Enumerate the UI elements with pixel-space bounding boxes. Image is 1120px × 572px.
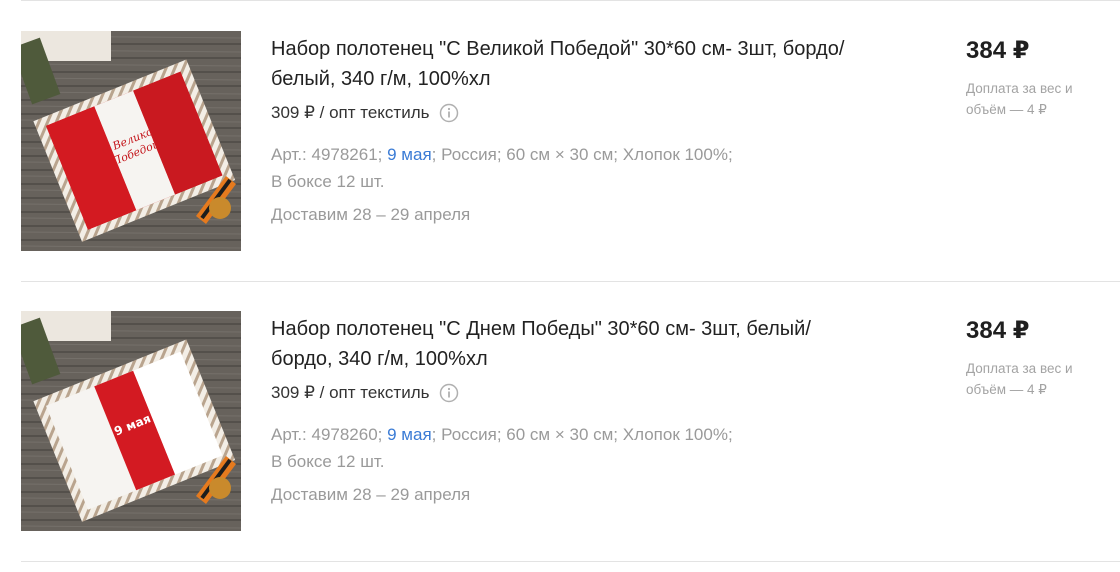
- weight-surcharge: Доплата за вес и объём — 4 ₽: [966, 81, 1073, 117]
- box-quantity: В боксе 12 шт.: [271, 172, 385, 191]
- info-circle-icon[interactable]: [439, 383, 459, 403]
- info-circle-icon[interactable]: [439, 103, 459, 123]
- product-title-link[interactable]: Набор полотенец "С Днем Победы" 30*60 см…: [271, 314, 871, 374]
- delivery-dates: Доставим 28 – 29 апреля: [271, 205, 471, 224]
- collection-link[interactable]: 9 мая: [387, 145, 432, 164]
- article-text: Арт.: 4978261;: [271, 145, 388, 164]
- wholesale-price: 309 ₽ / опт текстиль: [271, 103, 459, 123]
- article-text: Арт.: 4978260;: [271, 425, 388, 444]
- product-specs: Арт.: 4978260; 9 мая; Россия; 60 см × 30…: [271, 421, 891, 475]
- specs-text: ; Россия; 60 см × 30 см; Хлопок 100%;: [431, 425, 733, 444]
- product-card: 9 мая Набор полотенец "С Днем Победы" 30…: [0, 280, 1120, 560]
- product-title-link[interactable]: Набор полотенец "С Великой Победой" 30*6…: [271, 34, 871, 94]
- price: 384 ₽: [966, 317, 1030, 344]
- product-image[interactable]: 9 мая: [21, 311, 241, 531]
- price: 384 ₽: [966, 37, 1030, 64]
- product-specs: Арт.: 4978261; 9 мая; Россия; 60 см × 30…: [271, 141, 891, 195]
- delivery-dates: Доставим 28 – 29 апреля: [271, 485, 471, 504]
- weight-surcharge: Доплата за вес и объём — 4 ₽: [966, 361, 1073, 397]
- wholesale-price-text: 309 ₽ / опт текстиль: [271, 103, 430, 122]
- specs-text: ; Россия; 60 см × 30 см; Хлопок 100%;: [431, 145, 733, 164]
- divider: [21, 561, 1120, 562]
- product-list: С Великой Победой Набор полотенец "С Вел…: [0, 0, 1120, 572]
- box-quantity: В боксе 12 шт.: [271, 452, 385, 471]
- wholesale-price-text: 309 ₽ / опт текстиль: [271, 383, 430, 402]
- product-image[interactable]: С Великой Победой: [21, 31, 241, 251]
- wholesale-price: 309 ₽ / опт текстиль: [271, 383, 459, 403]
- collection-link[interactable]: 9 мая: [387, 425, 432, 444]
- product-card: С Великой Победой Набор полотенец "С Вел…: [0, 0, 1120, 280]
